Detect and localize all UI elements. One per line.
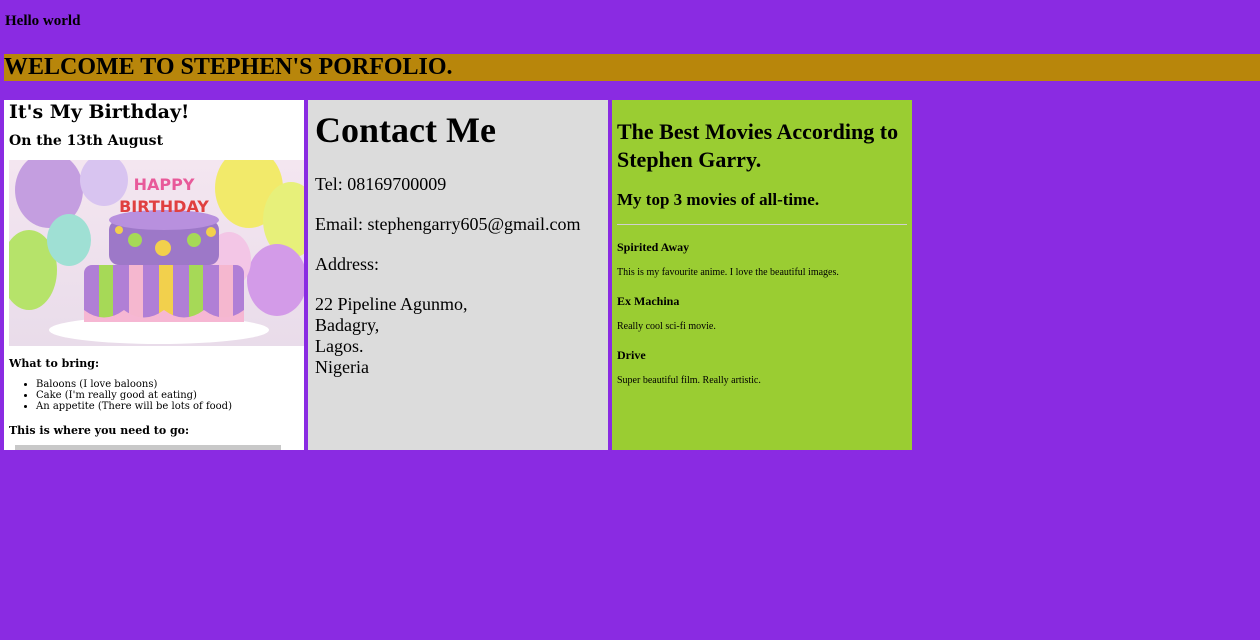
list-item: Cake (I'm really good at eating) xyxy=(36,390,304,401)
address-block: 22 Pipeline Agunmo, Badagry, Lagos. Nige… xyxy=(315,294,608,378)
movie-desc: Really cool sci-fi movie. xyxy=(617,321,716,332)
list-item: An appetite (There will be lots of food) xyxy=(36,401,304,412)
movies-subtitle: My top 3 movies of all-time. xyxy=(617,190,820,209)
what-to-bring-heading: What to bring: xyxy=(9,357,100,370)
movie-desc: This is my favourite anime. I love the b… xyxy=(617,267,839,278)
birthday-date: On the 13th August xyxy=(9,133,164,149)
contact-title: Contact Me xyxy=(315,110,496,150)
movie-name: Drive xyxy=(617,348,646,362)
birthday-panel: It's My Birthday! On the 13th August HAP… xyxy=(4,100,304,450)
bring-list: Baloons (I love baloons) Cake (I'm reall… xyxy=(9,379,304,412)
divider xyxy=(617,224,907,225)
welcome-banner: WELCOME TO STEPHEN'S PORFOLIO. xyxy=(4,54,1260,81)
address-line: 22 Pipeline Agunmo, xyxy=(315,294,468,314)
movies-title: The Best Movies According to Stephen Gar… xyxy=(617,119,899,172)
birthday-cake-image: HAPPY BIRTHDAY xyxy=(9,160,304,346)
svg-text:BIRTHDAY: BIRTHDAY xyxy=(119,197,209,216)
cake-candles-text: HAPPY xyxy=(134,175,195,194)
address-line: Nigeria xyxy=(315,357,369,377)
contact-tel: Tel: 08169700009 xyxy=(315,174,447,194)
address-line: Lagos. xyxy=(315,336,364,356)
movie-name: Spirited Away xyxy=(617,240,690,254)
address-label: Address: xyxy=(315,254,379,274)
birthday-title: It's My Birthday! xyxy=(9,101,190,123)
hello-heading: Hello world xyxy=(5,13,81,29)
movies-panel: The Best Movies According to Stephen Gar… xyxy=(612,100,912,450)
list-item: Baloons (I love baloons) xyxy=(36,379,304,390)
movie-desc: Super beautiful film. Really artistic. xyxy=(617,375,761,386)
where-to-go-heading: This is where you need to go: xyxy=(9,424,190,437)
address-line: Badagry, xyxy=(315,315,380,335)
contact-email: Email: stephengarry605@gmail.com xyxy=(315,214,581,234)
location-map[interactable] xyxy=(15,445,281,450)
contact-panel: Contact Me Tel: 08169700009 Email: steph… xyxy=(308,100,608,450)
movie-name: Ex Machina xyxy=(617,294,680,308)
